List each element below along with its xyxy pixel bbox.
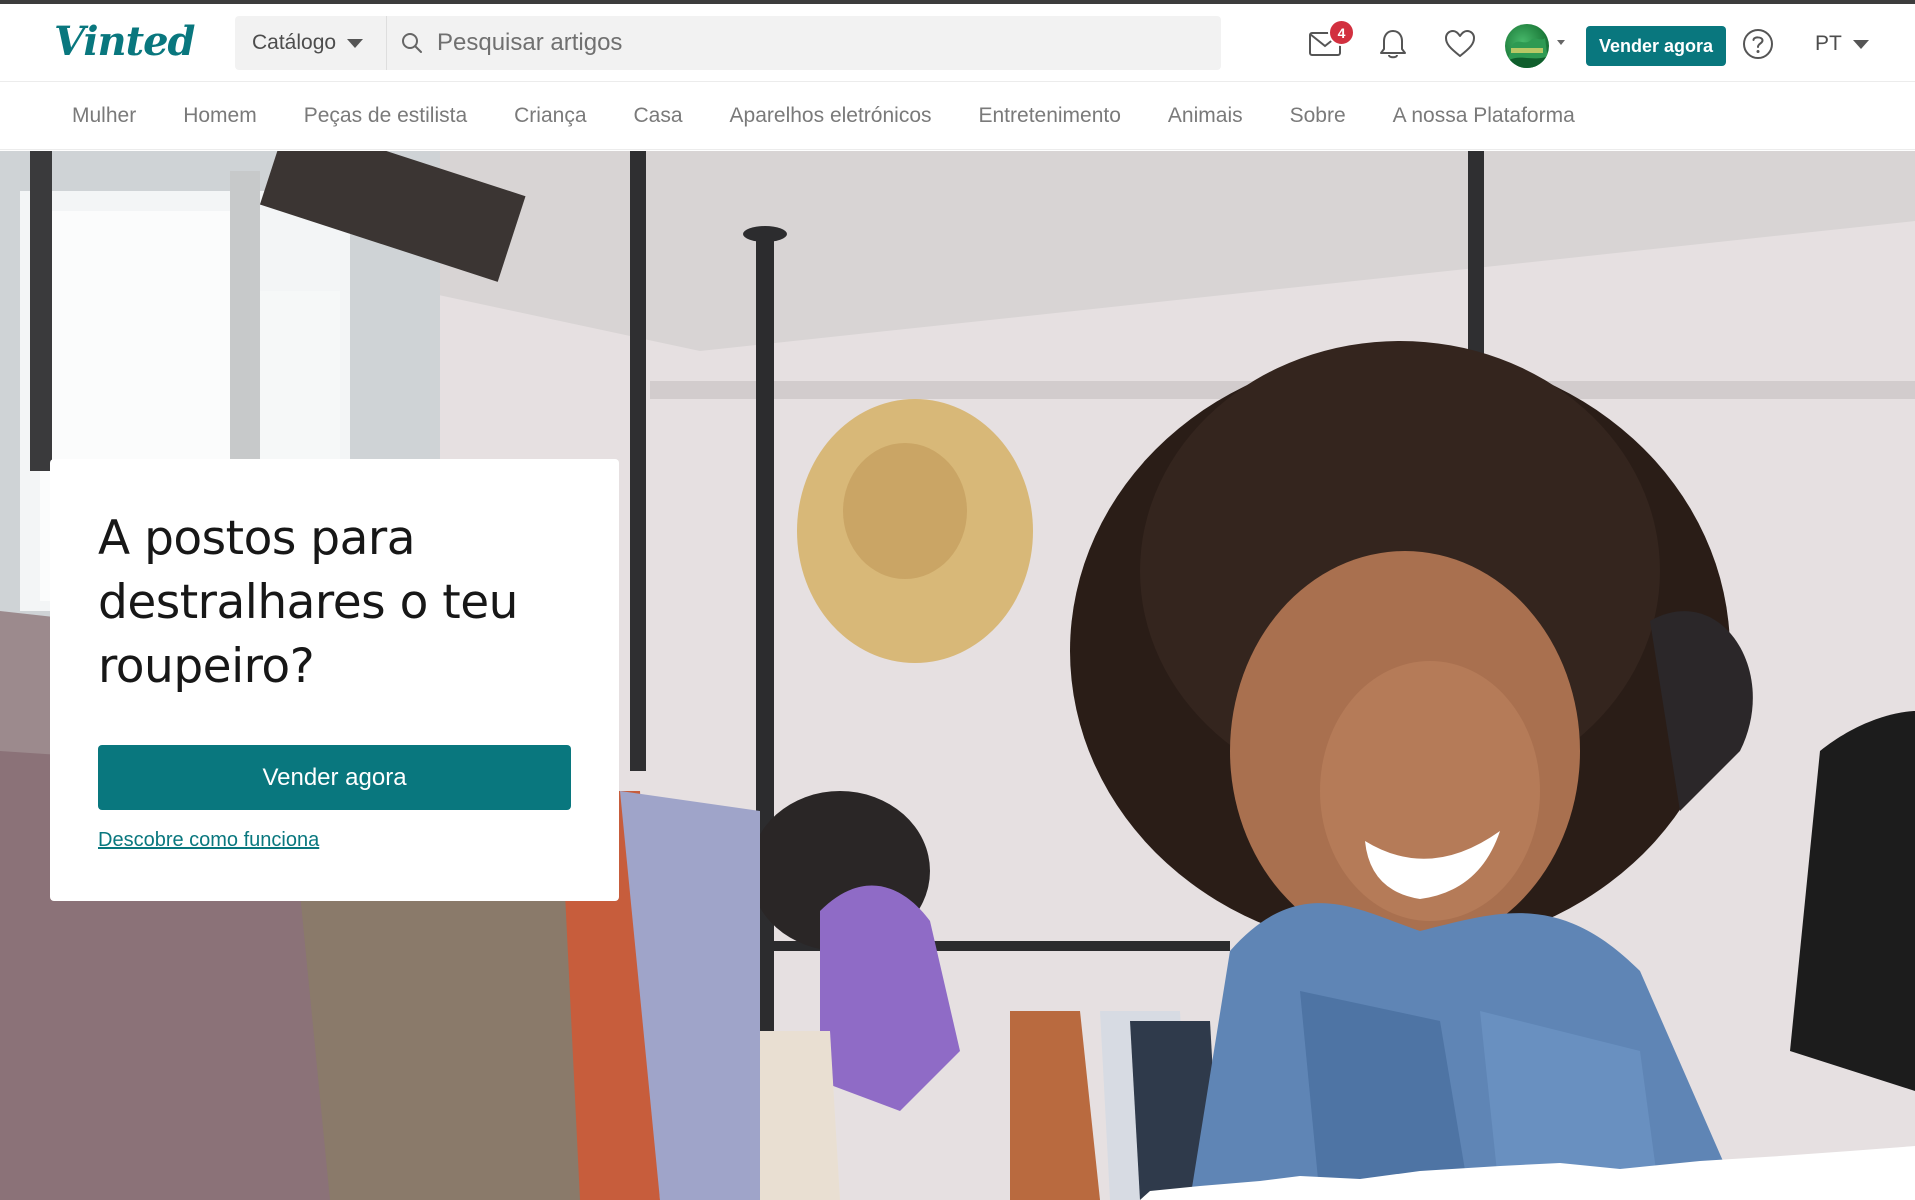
how-it-works-link[interactable]: Descobre como funciona (98, 829, 319, 852)
language-selector[interactable]: PT (1815, 32, 1869, 56)
search-bar: Catálogo (235, 16, 1221, 70)
heart-icon[interactable] (1442, 26, 1478, 62)
nav-item-homem[interactable]: Homem (183, 104, 257, 128)
header: Vinted Catálogo 4 Vender agora PT (0, 4, 1915, 82)
chevron-down-icon (347, 38, 364, 48)
search-icon (387, 31, 437, 55)
hero-banner: A postos para destralhares o teu roupeir… (0, 151, 1915, 1200)
bell-icon[interactable] (1375, 26, 1411, 62)
sell-now-button[interactable]: Vender agora (1586, 26, 1726, 66)
hero-card: A postos para destralhares o teu roupeir… (50, 459, 619, 901)
nav-item-designer[interactable]: Peças de estilista (304, 104, 467, 128)
nav-item-entertainment[interactable]: Entretenimento (979, 104, 1121, 128)
vinted-logo[interactable]: Vinted (54, 18, 196, 65)
nav-item-crianca[interactable]: Criança (514, 104, 586, 128)
chevron-down-icon (1852, 39, 1869, 49)
category-nav: Mulher Homem Peças de estilista Criança … (0, 82, 1915, 150)
nav-item-animais[interactable]: Animais (1168, 104, 1243, 128)
nav-item-sobre[interactable]: Sobre (1290, 104, 1346, 128)
nav-item-platform[interactable]: A nossa Plataforma (1393, 104, 1575, 128)
nav-item-casa[interactable]: Casa (634, 104, 683, 128)
nav-item-mulher[interactable]: Mulher (72, 104, 136, 128)
hero-sell-now-button[interactable]: Vender agora (98, 745, 571, 810)
catalog-dropdown[interactable]: Catálogo (235, 16, 387, 70)
notification-badge: 4 (1328, 19, 1355, 46)
catalog-dropdown-label: Catálogo (252, 31, 337, 54)
help-icon[interactable] (1740, 26, 1776, 62)
language-label: PT (1815, 32, 1842, 55)
search-input[interactable] (437, 16, 1221, 70)
hero-title: A postos para destralhares o teu roupeir… (98, 511, 518, 694)
nav-item-electronics[interactable]: Aparelhos eletrónicos (730, 104, 932, 128)
avatar-chevron-icon[interactable] (1557, 40, 1565, 45)
avatar[interactable] (1505, 24, 1549, 68)
